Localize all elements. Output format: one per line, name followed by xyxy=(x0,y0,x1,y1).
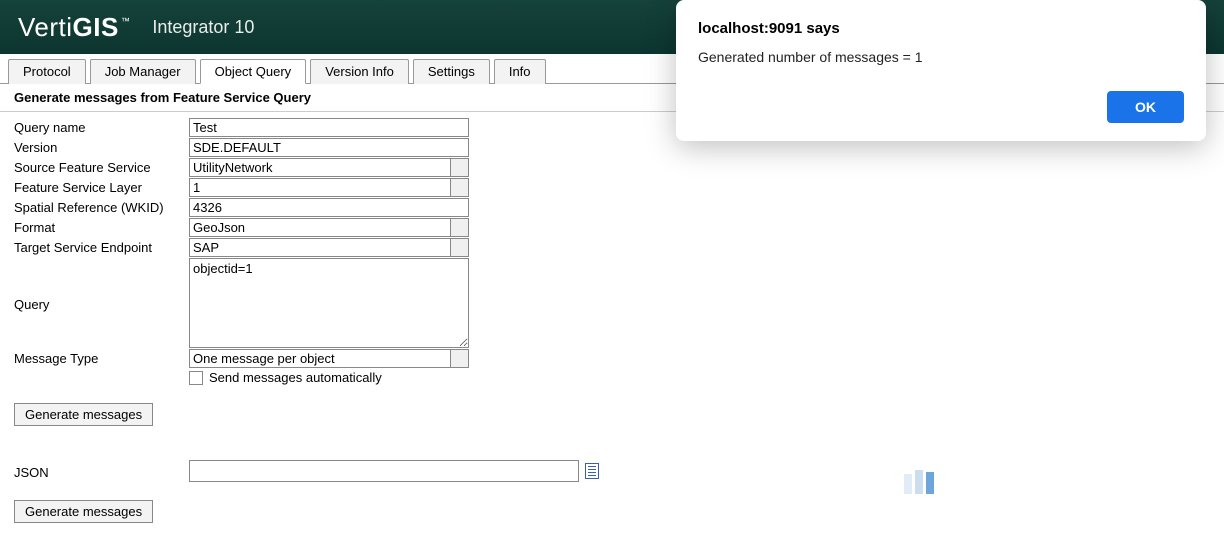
label-version: Version xyxy=(14,138,189,155)
textarea-query[interactable]: <span></span> xyxy=(189,258,469,348)
select-msg-type[interactable] xyxy=(189,349,451,368)
label-msg-type: Message Type xyxy=(14,349,189,366)
label-fs-layer: Feature Service Layer xyxy=(14,178,189,195)
select-fs-layer[interactable] xyxy=(189,178,451,197)
generate-messages-button-2[interactable]: Generate messages xyxy=(14,500,153,523)
dropdown-icon[interactable] xyxy=(451,158,469,177)
tab-object-query[interactable]: Object Query xyxy=(200,59,307,84)
select-source-fs[interactable] xyxy=(189,158,451,177)
logo-part2: GIS xyxy=(73,12,119,43)
input-query-name[interactable] xyxy=(189,118,469,137)
app-logo: VertiGIS™ xyxy=(18,12,130,43)
label-format: Format xyxy=(14,218,189,235)
loading-spinner-icon xyxy=(904,470,934,494)
form-area: Query name Version Source Feature Servic… xyxy=(0,112,1224,535)
label-source-fs: Source Feature Service xyxy=(14,158,189,175)
logo-part1: Verti xyxy=(18,12,73,43)
dropdown-icon[interactable] xyxy=(451,349,469,368)
tab-settings[interactable]: Settings xyxy=(413,59,490,84)
label-query-name: Query name xyxy=(14,118,189,135)
app-title: Integrator 10 xyxy=(152,17,254,38)
input-version[interactable] xyxy=(189,138,469,157)
dropdown-icon[interactable] xyxy=(451,178,469,197)
tab-job-manager[interactable]: Job Manager xyxy=(90,59,196,84)
input-json[interactable] xyxy=(189,460,579,482)
generate-messages-button[interactable]: Generate messages xyxy=(14,403,153,426)
dropdown-icon[interactable] xyxy=(451,218,469,237)
checkbox-auto-send[interactable] xyxy=(189,371,203,385)
alert-message: Generated number of messages = 1 xyxy=(698,49,1184,65)
select-target-ep[interactable] xyxy=(189,238,451,257)
alert-ok-button[interactable]: OK xyxy=(1107,91,1184,123)
alert-title: localhost:9091 says xyxy=(698,20,1184,37)
document-icon[interactable] xyxy=(585,463,599,479)
label-json: JSON xyxy=(14,463,189,480)
tab-version-info[interactable]: Version Info xyxy=(310,59,409,84)
dropdown-icon[interactable] xyxy=(451,238,469,257)
input-wkid[interactable] xyxy=(189,198,469,217)
select-format[interactable] xyxy=(189,218,451,237)
label-wkid: Spatial Reference (WKID) xyxy=(14,198,189,215)
trademark: ™ xyxy=(121,16,131,26)
tab-info[interactable]: Info xyxy=(494,59,546,84)
label-query: Query xyxy=(14,295,189,312)
label-auto-send: Send messages automatically xyxy=(209,370,382,385)
label-target-ep: Target Service Endpoint xyxy=(14,238,189,255)
alert-dialog: localhost:9091 says Generated number of … xyxy=(676,0,1206,141)
tab-protocol[interactable]: Protocol xyxy=(8,59,86,84)
